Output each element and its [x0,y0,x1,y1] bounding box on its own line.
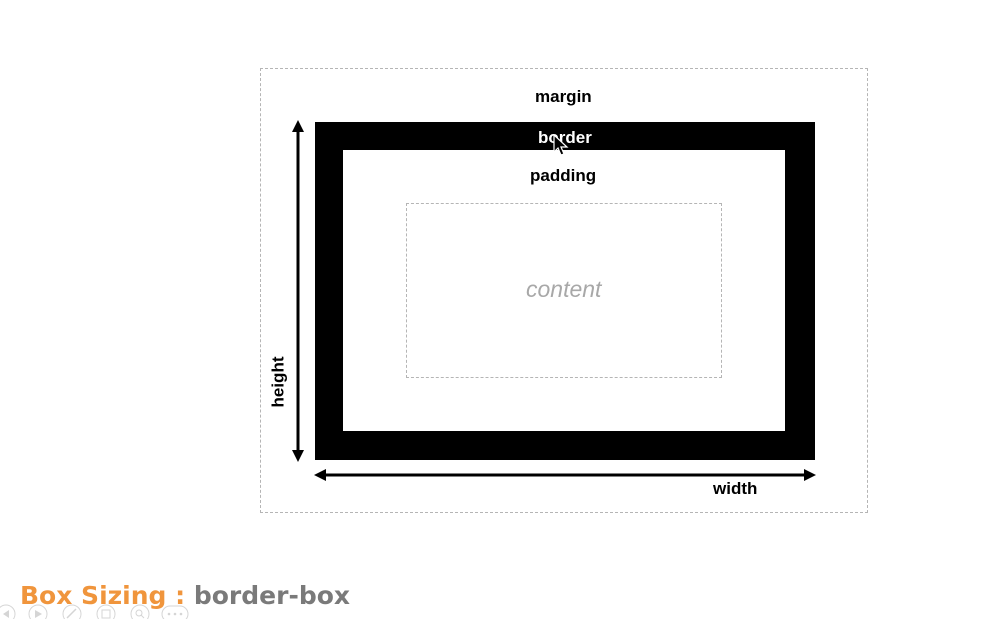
title-value: border-box [193,581,351,610]
edit-icon[interactable] [62,604,82,619]
height-label: height [268,356,288,408]
margin-label: margin [535,87,592,106]
play-icon[interactable] [28,604,48,619]
more-icon[interactable] [161,605,189,619]
width-label: width [713,479,758,498]
padding-label: padding [530,166,597,185]
previous-icon[interactable] [0,604,16,619]
zoom-icon[interactable] [130,604,150,619]
save-icon[interactable] [96,604,116,619]
mouse-cursor-icon [553,134,569,156]
content-label: content [526,276,602,302]
slide: margin border padding content width heig… [0,0,999,619]
player-controls [0,604,189,619]
